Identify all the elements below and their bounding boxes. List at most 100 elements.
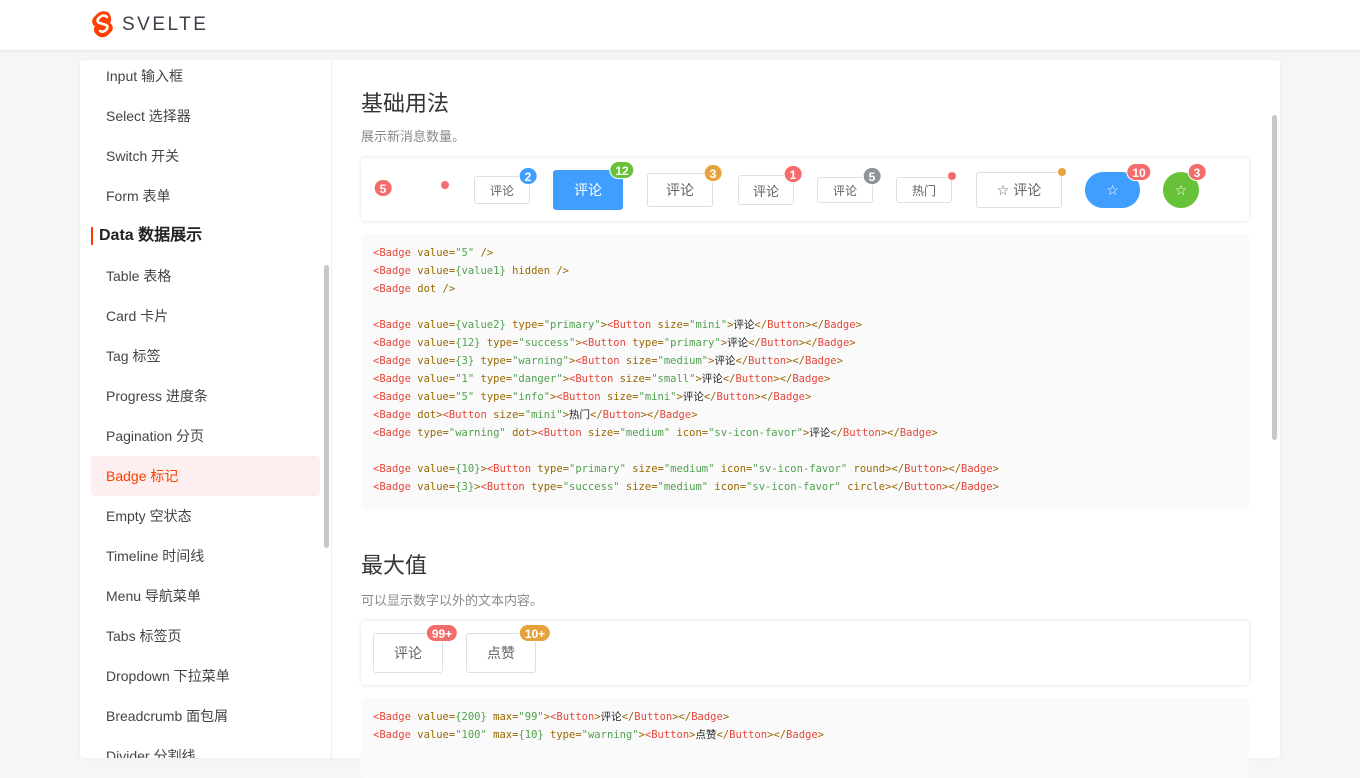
code-line: <Badge value={value1} hidden /> [373, 262, 1237, 280]
code-token: size= [587, 427, 620, 439]
button-label: 评论 [832, 183, 857, 198]
button-label: 评论 [752, 183, 779, 199]
code-block-max: <Badge value={200} max="99"><Button>评论</… [361, 698, 1249, 778]
code-token: type= [537, 463, 570, 475]
comment-button-medium[interactable]: 评论 [647, 173, 713, 207]
code-token: Badge [773, 391, 805, 403]
code-token: ></ [754, 391, 774, 403]
star-icon: ☆ [1106, 181, 1119, 198]
hot-button[interactable]: 热门 [896, 177, 952, 203]
code-token: > [823, 373, 831, 385]
code-line: <Badge dot /> [373, 280, 1237, 298]
code-token: Button [760, 337, 799, 349]
code-token: "mini" [638, 391, 677, 403]
code-token: Button [634, 711, 673, 723]
code-token: 评论 [733, 319, 755, 331]
code-token: size= [606, 391, 639, 403]
sidebar-item-progress[interactable]: Progress 进度条 [91, 376, 320, 416]
code-token: value= [417, 319, 456, 331]
code-token: <Button [480, 481, 532, 493]
sidebar-item-dropdown[interactable]: Dropdown 下拉菜单 [91, 656, 320, 696]
svelte-logo[interactable]: SVELTE [90, 9, 208, 41]
code-token: Button [602, 409, 641, 421]
code-token: icon= [708, 481, 747, 493]
sidebar-item-tag[interactable]: Tag 标签 [91, 336, 320, 376]
code-token: {3} [455, 481, 475, 493]
badge-circle: 3 [1187, 163, 1207, 181]
code-token: ></ [773, 373, 793, 385]
code-token: type= [474, 373, 513, 385]
code-token: "warning" [512, 355, 570, 367]
code-token: Badge [691, 711, 723, 723]
code-token: ></ [767, 729, 787, 741]
code-token: <Badge [373, 427, 418, 439]
sidebar-scrollbar[interactable] [324, 265, 329, 548]
code-token: Badge [961, 481, 993, 493]
sidebar-item-breadcrumb[interactable]: Breadcrumb 面包屑 [91, 696, 320, 736]
code-token: type= [505, 319, 544, 331]
code-token: "medium" [619, 427, 671, 439]
main-scrollbar[interactable] [1272, 115, 1277, 440]
code-block-basic: <Badge value="5" /> <Badge value={value1}… [361, 234, 1249, 509]
code-token: > [836, 355, 843, 367]
sidebar-item-form[interactable]: Form 表单 [91, 176, 320, 216]
code-token: "danger" [512, 373, 563, 385]
code-token: Badge [899, 427, 932, 439]
code-token: value= [417, 711, 456, 723]
sidebar-item-pagination[interactable]: Pagination 分页 [91, 416, 320, 456]
code-token: type= [632, 337, 664, 349]
badge-max-10: 10+ [518, 624, 552, 642]
code-token: > [992, 463, 999, 475]
code-token: dot> [417, 409, 443, 421]
code-token: "info" [512, 391, 551, 403]
sidebar-item-switch[interactable]: Switch 开关 [91, 136, 320, 176]
code-token: Badge [659, 409, 692, 421]
code-token: </ [590, 409, 603, 421]
code-token: "warning" [581, 729, 639, 741]
sidebar-item-select[interactable]: Select 选择器 [91, 96, 320, 136]
code-token: 评论 [682, 391, 704, 403]
sidebar-item-timeline[interactable]: Timeline 时间线 [91, 536, 320, 576]
button-label: 点赞 [487, 645, 515, 661]
code-token: <Badge [373, 247, 418, 259]
code-token: </ [830, 427, 843, 439]
code-token: <Button [550, 711, 595, 723]
code-token: ></ [798, 337, 818, 349]
code-token: "medium" [657, 481, 709, 493]
code-token: </ [891, 463, 905, 475]
code-token: <Badge [373, 391, 418, 403]
code-token: max= [486, 711, 519, 723]
code-token: ></ [880, 427, 900, 439]
sidebar-item-input[interactable]: Input 输入框 [91, 60, 320, 96]
code-token: {12} [455, 337, 481, 349]
code-token: </ [754, 319, 768, 331]
code-token: {value2} [455, 319, 506, 331]
code-token: hidden /> [505, 265, 569, 277]
code-token: "medium" [657, 355, 709, 367]
sidebar-item-table[interactable]: Table 表格 [91, 256, 320, 296]
sidebar-item-tabs[interactable]: Tabs 标签页 [91, 616, 320, 656]
code-token: Button [716, 391, 755, 403]
code-token: <Badge [373, 481, 418, 493]
code-token: Button [842, 427, 881, 439]
code-token: > [817, 729, 824, 741]
code-token: ></ [672, 711, 692, 723]
code-token: type= [543, 729, 582, 741]
code-token: 评论 [714, 355, 736, 367]
sidebar-item-menu[interactable]: Menu 导航菜单 [91, 576, 320, 616]
code-token: "1" [455, 373, 475, 385]
sidebar-item-card[interactable]: Card 卡片 [91, 296, 320, 336]
favor-comment-button[interactable]: ☆ 评论 [976, 172, 1062, 208]
code-token: 评论 [600, 711, 622, 723]
sidebar-item-divider[interactable]: Divider 分割线 [91, 736, 320, 758]
code-line: <Badge value="5" type="info" > <Button siz… [373, 388, 1237, 406]
code-token: <Badge [373, 283, 418, 295]
code-token: max= [486, 729, 519, 741]
code-token: <Button [606, 319, 658, 331]
section-desc-basic: 展示新消息数量。 [361, 129, 466, 144]
code-token: {10} [455, 463, 481, 475]
sidebar-item-empty[interactable]: Empty 空状态 [91, 496, 320, 536]
code-token: value= [417, 265, 456, 277]
sidebar-item-badge[interactable]: Badge 标记 [91, 456, 320, 496]
code-line: <Badge value="1" type="danger" > <Button s… [373, 370, 1237, 388]
